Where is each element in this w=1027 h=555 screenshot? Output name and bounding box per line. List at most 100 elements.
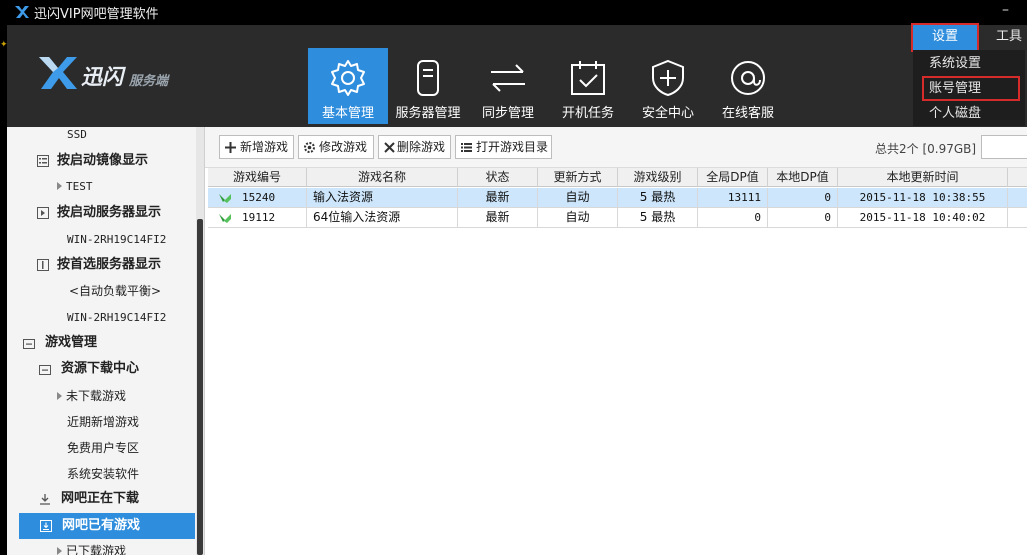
app-header: 迅闪 服务端 基本管理 服务器管理 同步管理 开机任务 安全中心 在线客服 设置… [7,23,1027,127]
edit-game-button[interactable]: 修改游戏 [298,135,374,159]
collapse-icon[interactable] [39,364,51,376]
brand-name: 迅闪 [81,65,123,89]
tree-item[interactable]: 未下载游戏 [57,383,126,409]
tree-item-game-management[interactable]: 游戏管理 [23,330,193,356]
tree-item-label: 未下载游戏 [66,389,127,403]
open-game-dir-label: 打开游戏目录 [476,140,549,154]
tree-item-label: TEST [66,180,93,193]
open-game-dir-button[interactable]: 打开游戏目录 [455,135,552,159]
cell-global-dp: 0 [698,208,768,227]
cell-level: 5 最热 [618,208,698,227]
sidebar-scrollbar[interactable] [196,127,204,555]
column-header-id[interactable]: 游戏编号 [208,168,307,187]
tree-item[interactable]: 按首选服务器显示 [37,252,197,278]
nav-label: 在线客服 [721,106,774,121]
server-icon [417,60,439,96]
cell-id-text: 15240 [242,191,276,204]
main-panel: 新增游戏 修改游戏 删除游戏 打开游戏目录 总共2个 [0.97GB] 游戏编号… [205,127,1027,555]
column-header-level[interactable]: 游戏级别 [618,168,698,187]
search-input[interactable] [981,135,1027,159]
tree-item-label: 游戏管理 [45,335,98,350]
cell-name: 输入法资源 [307,188,458,207]
expand-arrow-icon[interactable] [57,547,62,555]
tree-item[interactable]: SSD [67,127,87,148]
cell-update-time: 2015-11-18 10:38:55 [838,188,1008,207]
table-header: 游戏编号 游戏名称 状态 更新方式 游戏级别 全局DP值 本地DP值 本地更新时… [208,168,1027,187]
app-logo-icon [15,6,29,18]
sidebar-scroll-thumb[interactable] [197,219,203,555]
table-row[interactable]: 19112 64位输入法资源 最新 自动 5 最热 0 0 2015-11-18… [208,208,1027,228]
background-glyph: ✦ [0,40,8,50]
cell-status: 最新 [458,208,538,227]
column-header-update-time[interactable]: 本地更新时间 [838,168,1008,187]
list-icon [461,143,472,152]
tree-item-label: 网吧正在下载 [61,491,140,506]
tree-item[interactable]: 已下载游戏 [57,538,126,555]
cell-local-dp: 0 [768,208,838,227]
expand-arrow-icon[interactable] [57,182,62,190]
nav-online-service[interactable]: 在线客服 [708,48,788,124]
menu-item-personal-disk[interactable]: 个人磁盘 [913,101,1025,126]
close-icon [384,142,395,153]
tree-item[interactable]: 系统安装软件 [67,461,139,487]
expand-arrow-icon[interactable] [57,392,62,400]
tree-item[interactable]: WIN-2RH19C14FI2 [67,305,166,331]
cell-id-text: 19112 [242,211,276,224]
list-icon [37,155,49,167]
cell-level: 5 最热 [618,188,698,207]
tree-item-download-center[interactable]: 资源下载中心 [39,356,199,382]
tree-item-label: 按首选服务器显示 [57,257,162,272]
nav-security-center[interactable]: 安全中心 [628,48,708,124]
tree-item-label: 网吧已有游戏 [62,518,141,533]
tree-item[interactable]: TEST [57,174,93,200]
column-header-local-dp[interactable]: 本地DP值 [768,168,838,187]
tree-item-label: 按启动服务器显示 [57,205,162,220]
server-play-icon [37,207,49,219]
tree-item[interactable]: 免费用户专区 [67,435,139,461]
sync-arrows-icon [491,64,525,92]
nav-server-management[interactable]: 服务器管理 [388,48,468,124]
table-row[interactable]: 15240 输入法资源 最新 自动 5 最热 13111 0 2015-11-1… [208,188,1027,208]
cell-id: 15240 [208,188,307,207]
cell-update-mode: 自动 [538,188,618,207]
column-header-update[interactable]: 更新方式 [538,168,618,187]
tree-item[interactable]: <自动负载平衡> [69,278,161,304]
tree-item-cafe-downloading[interactable]: 网吧正在下载 [39,486,199,512]
nav-label: 安全中心 [641,106,694,121]
brand-logo: 迅闪 服务端 [37,55,187,95]
tools-menu-button[interactable]: 工具 [989,25,1027,50]
gear-icon [331,60,365,96]
tree-item-label: 已下载游戏 [66,544,127,555]
brand-x-icon [39,57,77,89]
delete-game-button[interactable]: 删除游戏 [378,135,451,159]
gear-small-icon [304,142,315,153]
cell-name: 64位输入法资源 [307,208,458,227]
window-title: 迅闪VIP网吧管理软件 [34,7,159,22]
column-header-name[interactable]: 游戏名称 [307,168,458,187]
settings-menu-button[interactable]: 设置 [911,23,979,52]
calendar-check-icon [571,61,605,95]
cell-status: 最新 [458,188,538,207]
tree-item[interactable]: 按启动镜像显示 [37,148,197,174]
tree-item-cafe-installed-games[interactable]: 网吧已有游戏 [19,513,195,539]
nav-basic-management[interactable]: 基本管理 [308,48,388,124]
nav-boot-tasks[interactable]: 开机任务 [548,48,628,124]
menu-item-account-management[interactable]: 账号管理 [922,76,1020,101]
add-game-button[interactable]: 新增游戏 [219,135,294,159]
tree-item[interactable]: 近期新增游戏 [67,409,139,435]
settings-dropdown: 系统设置 账号管理 个人磁盘 [913,50,1025,126]
installed-icon [40,520,52,532]
menu-item-system-settings[interactable]: 系统设置 [913,51,1025,76]
server-doc-icon [37,259,49,271]
column-header-global-dp[interactable]: 全局DP值 [698,168,768,187]
tree-item[interactable]: 按启动服务器显示 [37,200,197,226]
nav-sync-management[interactable]: 同步管理 [468,48,548,124]
tree-item-label: 按启动镜像显示 [57,153,149,168]
nav-label: 同步管理 [481,106,534,121]
cell-update-mode: 自动 [538,208,618,227]
tree-item[interactable]: WIN-2RH19C14FI2 [67,227,166,253]
column-header-status[interactable]: 状态 [458,168,538,187]
minimize-button[interactable]: – [1002,2,1009,18]
collapse-icon[interactable] [23,338,35,350]
shield-plus-icon [652,59,684,97]
